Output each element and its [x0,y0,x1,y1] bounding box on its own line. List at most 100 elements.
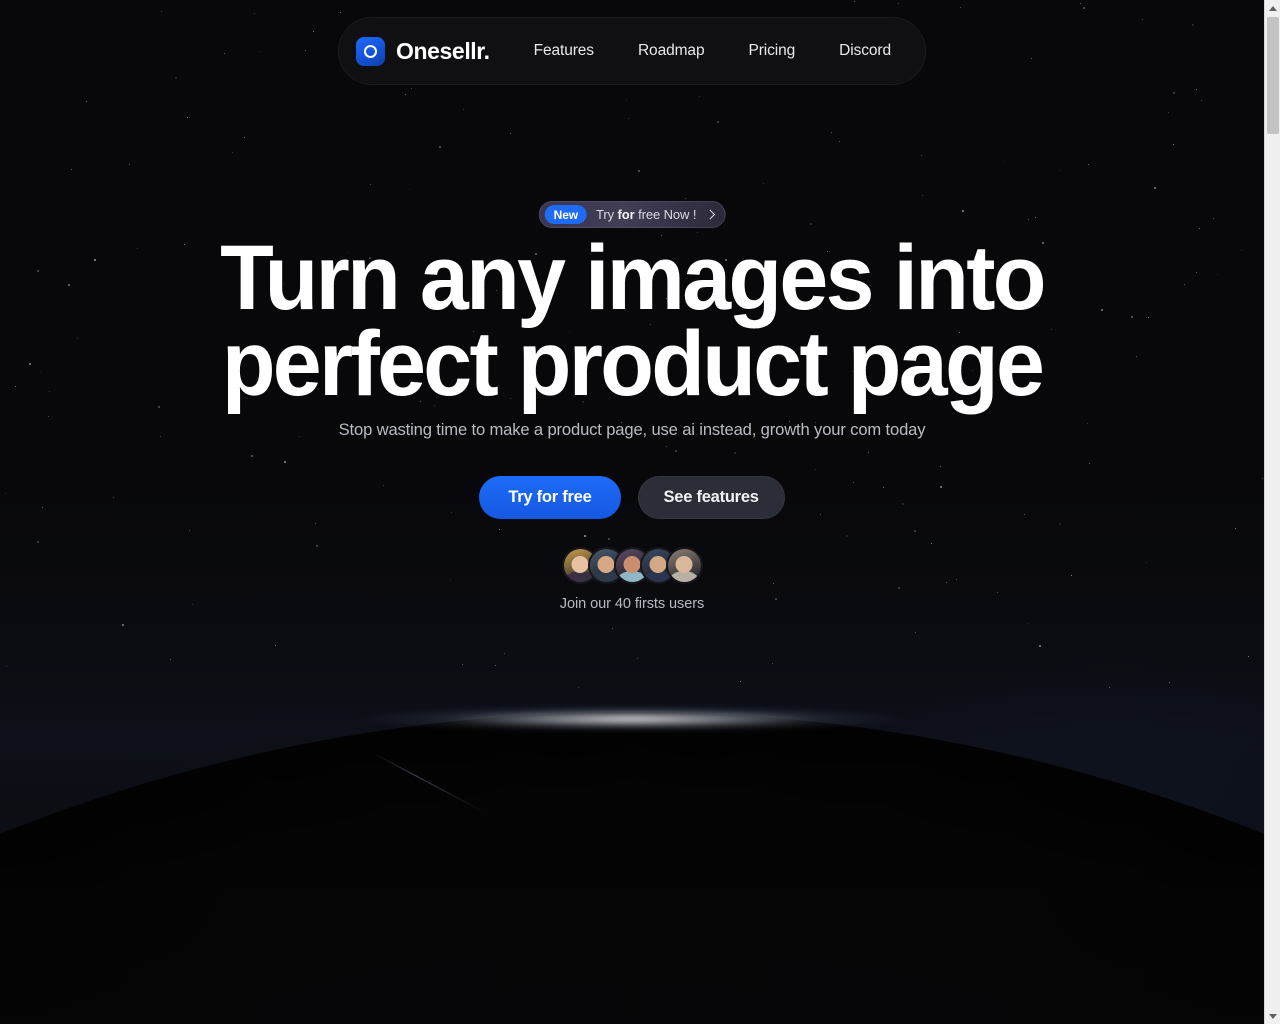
star [1080,2,1082,4]
avatar-group [561,547,703,584]
star [809,223,812,226]
star [244,136,246,138]
star [831,131,833,133]
see-features-button[interactable]: See features [637,476,785,519]
star [637,169,640,172]
star [921,155,923,157]
star [853,0,855,2]
star [86,100,88,102]
nav-link-pricing[interactable]: Pricing [748,42,795,60]
star [1083,6,1086,9]
scroll-down-arrow-icon[interactable] [1265,1008,1280,1024]
headline-line-2: perfect product page [221,313,1045,415]
brand-logo[interactable]: Onesellr. [356,36,490,66]
star [666,446,667,448]
star [931,542,933,544]
star [1172,144,1174,146]
star [1027,219,1029,221]
star [186,116,188,118]
star [1195,89,1197,91]
avatar-head [571,555,589,573]
star [304,50,306,52]
star [698,96,700,98]
nav-links: Features Roadmap Pricing Discord [534,42,892,60]
star [1039,644,1041,647]
star [47,416,49,418]
star [1201,100,1203,102]
badge-text-suffix: free Now ! [634,207,697,222]
star [1058,523,1061,526]
star [463,108,465,110]
star [1089,462,1091,464]
star [914,529,917,532]
star [1034,217,1036,218]
star [1168,681,1170,683]
star [128,163,130,165]
star [734,452,736,455]
star [740,680,742,682]
page-title: Turn any images into perfect product pag… [28,227,1235,415]
star [284,460,287,463]
star [846,535,849,537]
star [1030,58,1032,60]
star [253,13,255,15]
star [122,624,125,627]
star [259,51,261,53]
badge-text-bold: for [617,207,635,222]
star [503,653,505,655]
star [410,88,412,89]
scrollbar-thumb[interactable] [1267,17,1279,134]
star [36,541,39,544]
star [1198,228,1200,230]
star [1168,112,1170,114]
badge-text-prefix: Try [596,207,618,222]
star [369,183,371,185]
star [1141,18,1143,20]
star [921,195,923,196]
star [174,77,177,80]
avatar-head [623,555,641,573]
star [625,99,627,101]
star [1213,218,1215,220]
brand-name: Onesellr. [396,37,490,64]
star [627,118,629,120]
page-viewport: Onesellr. Features Roadmap Pricing Disco… [0,0,1264,1024]
star [961,210,964,213]
star [160,10,162,12]
star [839,141,841,143]
star [1154,186,1156,189]
star [408,189,410,191]
star [583,534,586,537]
star [763,183,765,185]
nav-link-discord[interactable]: Discord [839,42,891,60]
star [312,30,314,32]
vertical-scrollbar[interactable] [1264,0,1280,1024]
social-proof-text: Join our 40 firsts users [559,596,705,612]
try-for-free-button[interactable]: Try for free [479,476,621,519]
star [170,659,172,661]
star [314,523,316,525]
star [611,627,613,629]
chevron-right-icon [704,209,715,219]
new-announcement-badge[interactable]: New Try for free Now ! [538,201,726,228]
star [1028,623,1030,625]
headline-line-1: Turn any images into [220,227,1046,329]
avatar-body [669,571,699,582]
star [232,152,233,154]
star [636,657,638,659]
scroll-up-arrow-icon[interactable] [1265,0,1280,16]
star [15,386,17,388]
scroll-up-arrow-shape [1269,5,1277,11]
star [960,6,961,8]
nav-link-features[interactable]: Features [534,42,594,60]
star [340,11,342,13]
star [405,93,407,95]
logo-ring-shape [364,44,377,58]
star [1172,91,1175,94]
avatar-head [649,555,667,573]
star [223,53,225,55]
star [684,198,686,200]
star [815,468,817,470]
nav-link-roadmap[interactable]: Roadmap [638,42,705,60]
star [275,645,277,646]
